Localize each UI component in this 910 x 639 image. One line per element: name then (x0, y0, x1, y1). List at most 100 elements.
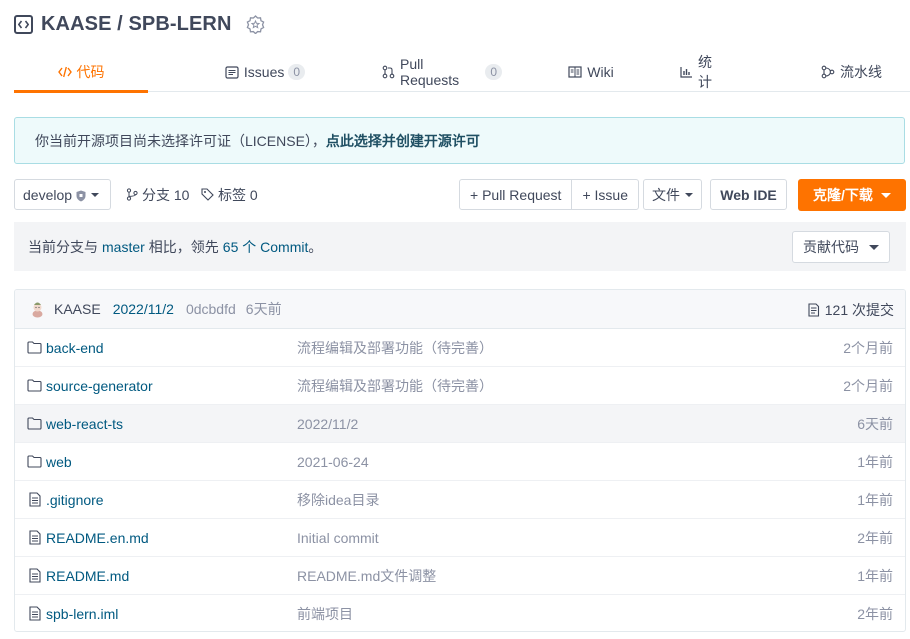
file-commit-message[interactable]: 流程编辑及部署功能（待完善） (297, 338, 493, 358)
create-button-group: + Pull Request + Issue (459, 179, 639, 210)
award-badge-icon[interactable] (246, 14, 266, 34)
file-row[interactable]: back-end 流程编辑及部署功能（待完善） 2个月前 (15, 329, 905, 367)
code-icon (57, 66, 72, 78)
file-name-link[interactable]: README.md (46, 568, 129, 584)
folder-icon (27, 454, 42, 469)
commit-author[interactable]: KAASE (54, 301, 101, 317)
branch-compare-bar: 当前分支与 master 相比，领先 65 个 Commit 。 贡献代码 (14, 222, 906, 271)
tab-stats[interactable]: 统计 (680, 52, 722, 92)
stats-icon (680, 66, 693, 78)
tab-label: 统计 (698, 54, 712, 90)
file-commit-time: 1年前 (857, 491, 893, 508)
chevron-down-icon (91, 192, 100, 197)
file-row[interactable]: source-generator 流程编辑及部署功能（待完善） 2个月前 (15, 367, 905, 405)
tab-pipeline[interactable]: 流水线 (722, 52, 910, 92)
file-commit-message[interactable]: 2022/11/2 (297, 416, 358, 432)
file-name-link[interactable]: web-react-ts (46, 416, 123, 432)
commit-message-link[interactable]: 2022/11/2 (113, 301, 174, 317)
file-icon (27, 492, 42, 507)
file-commit-time: 2年前 (857, 606, 893, 622)
branches-link[interactable]: 分支 10 (126, 179, 189, 210)
wiki-icon (568, 66, 582, 78)
issues-icon (225, 65, 239, 79)
commit-count: 121 次提交 (824, 301, 894, 318)
tab-label: Pull Requests (400, 56, 460, 88)
tab-label: Issues (243, 64, 285, 80)
pipeline-icon (821, 65, 835, 79)
pull-request-icon (382, 65, 395, 79)
license-message: 你当前开源项目尚未选择许可证（LICENSE）， (35, 132, 326, 149)
protected-branch-icon (76, 189, 86, 201)
file-commit-message[interactable]: 移除idea目录 (297, 490, 379, 510)
branch-name: develop (23, 186, 73, 203)
file-commit-message[interactable]: 前端项目 (297, 604, 353, 624)
file-row[interactable]: README.en.md Initial commit 2年前 (15, 519, 905, 557)
code-bracket-icon (14, 14, 33, 34)
file-row[interactable]: web-react-ts 2022/11/2 6天前 (15, 405, 905, 443)
tag-icon (201, 188, 214, 201)
chevron-down-icon (880, 192, 891, 198)
file-commit-message[interactable]: 2021-06-24 (297, 454, 369, 470)
file-name-link[interactable]: README.en.md (46, 530, 149, 546)
repo-tabs: 代码 Issues 0 Pull Requests 0 Wiki 统计 流水线 (14, 52, 910, 93)
file-commit-message[interactable]: Initial commit (297, 530, 379, 546)
chevron-down-icon (685, 192, 693, 197)
file-row[interactable]: spb-lern.iml 前端项目 2年前 (15, 595, 905, 631)
file-commit-time: 2个月前 (843, 377, 893, 394)
chevron-down-icon (869, 244, 879, 250)
compare-prefix: 当前分支与 (28, 238, 98, 255)
file-menu-label: 文件 (652, 186, 680, 203)
file-icon (27, 568, 42, 583)
file-commit-message[interactable]: 流程编辑及部署功能（待完善） (297, 376, 493, 396)
contribute-label: 贡献代码 (803, 239, 859, 255)
file-name-link[interactable]: source-generator (46, 378, 153, 394)
pr-count: 0 (485, 64, 502, 80)
license-banner: 你当前开源项目尚未选择许可证（LICENSE）， 点此选择并创建开源许可 (14, 117, 905, 164)
file-menu-button[interactable]: 文件 (643, 179, 702, 210)
tab-code[interactable]: 代码 (14, 52, 148, 93)
repo-title[interactable]: KAASE / SPB-LERN (41, 13, 232, 36)
folder-icon (27, 378, 42, 393)
repo-header: KAASE / SPB-LERN (14, 10, 266, 38)
file-name-link[interactable]: spb-lern.iml (46, 606, 118, 622)
ahead-commits-link[interactable]: 65 个 Commit (223, 237, 309, 257)
folder-icon (27, 340, 42, 355)
file-commit-time: 1年前 (857, 567, 893, 584)
web-ide-button[interactable]: Web IDE (710, 179, 787, 210)
branch-select[interactable]: develop (14, 179, 111, 210)
file-commit-time: 6天前 (857, 415, 893, 432)
issues-count: 0 (288, 64, 306, 80)
new-pull-request-button[interactable]: + Pull Request (460, 180, 571, 209)
commit-count-link[interactable]: 121 次提交 (807, 290, 894, 329)
tab-pull-requests[interactable]: Pull Requests 0 (382, 52, 502, 92)
file-name-link[interactable]: web (46, 454, 72, 470)
commit-time: 6天前 (245, 301, 282, 317)
commit-hash[interactable]: 0dcbdfd (186, 301, 236, 317)
contribute-button[interactable]: 贡献代码 (792, 231, 890, 263)
repo-toolbar: develop 分支 10 标签 0 + Pull Request + Issu… (14, 179, 906, 211)
file-row[interactable]: .gitignore 移除idea目录 1年前 (15, 481, 905, 519)
tags-link[interactable]: 标签 0 (201, 179, 258, 210)
file-list: KAASE 2022/11/2 0dcbdfd 6天前 121 次提交 back… (14, 289, 906, 632)
file-commit-message[interactable]: README.md文件调整 (297, 566, 436, 586)
file-name-link[interactable]: .gitignore (46, 492, 104, 508)
create-license-link[interactable]: 点此选择并创建开源许可 (326, 131, 480, 151)
tab-label: 代码 (76, 64, 105, 80)
avatar[interactable] (29, 300, 46, 318)
tab-wiki[interactable]: Wiki (502, 52, 680, 92)
tags-count: 标签 0 (218, 186, 258, 203)
last-commit-row: KAASE 2022/11/2 0dcbdfd 6天前 121 次提交 (15, 290, 905, 329)
file-icon (27, 530, 42, 545)
clone-label: 克隆/下载 (813, 187, 873, 203)
file-row[interactable]: web 2021-06-24 1年前 (15, 443, 905, 481)
branch-icon (126, 188, 138, 201)
compare-branch-link[interactable]: master (102, 239, 145, 255)
tab-issues[interactable]: Issues 0 (148, 52, 382, 92)
file-commit-time: 2年前 (857, 529, 893, 546)
file-commit-time: 2个月前 (843, 339, 893, 356)
file-row[interactable]: README.md README.md文件调整 1年前 (15, 557, 905, 595)
clone-download-button[interactable]: 克隆/下载 (798, 179, 906, 211)
file-name-link[interactable]: back-end (46, 340, 104, 356)
file-commit-time: 1年前 (857, 453, 893, 470)
new-issue-button[interactable]: + Issue (571, 180, 638, 209)
